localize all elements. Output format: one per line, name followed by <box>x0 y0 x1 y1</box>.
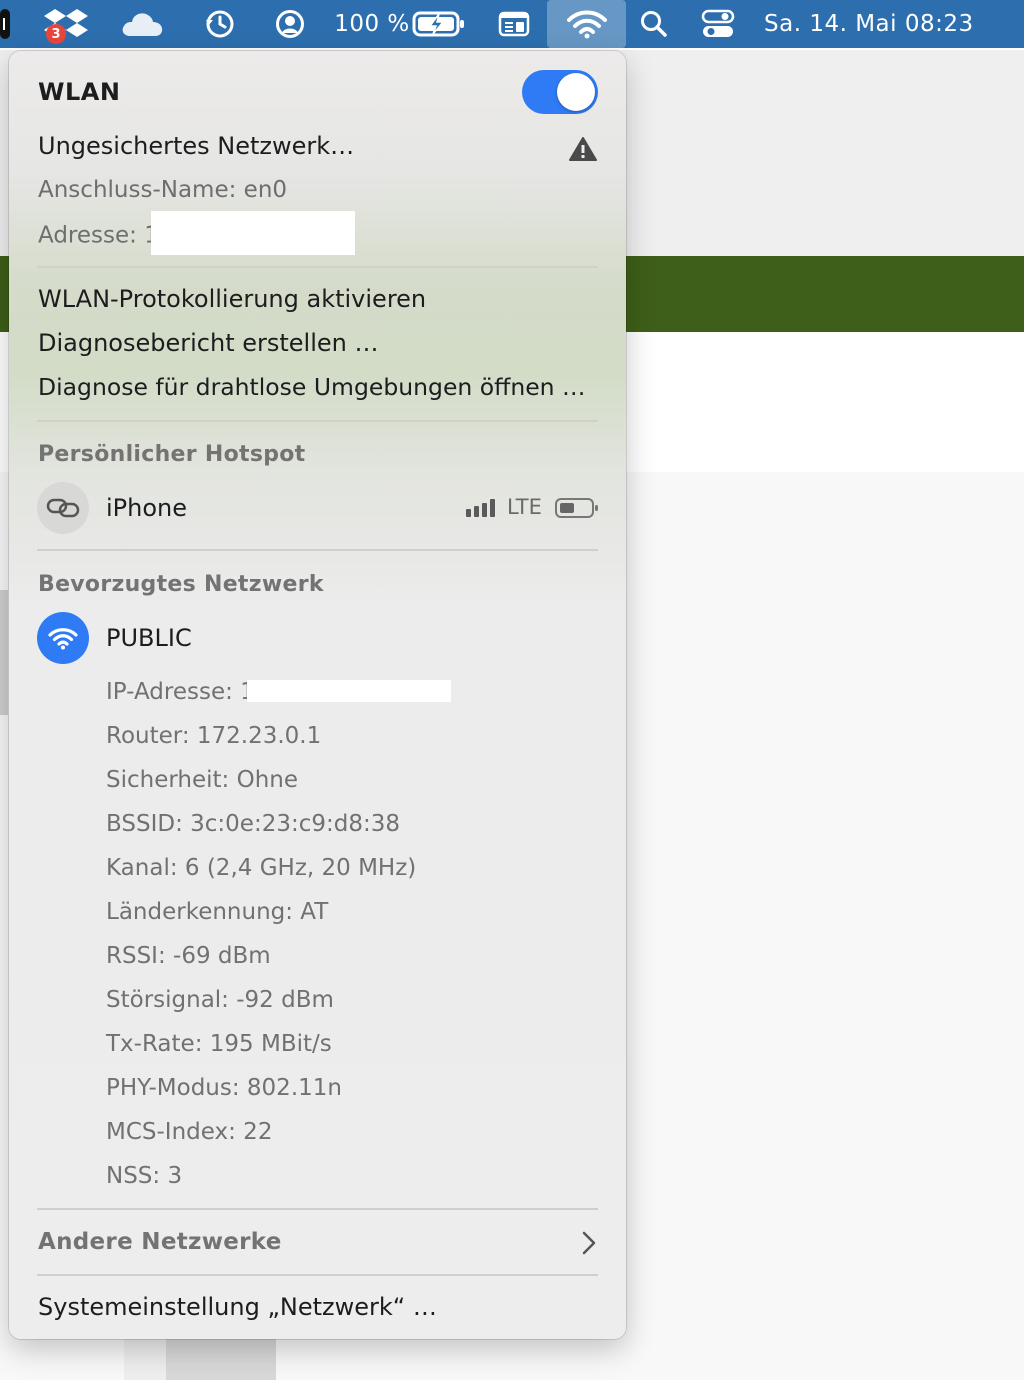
enable-wifi-logging-item[interactable]: WLAN-Protokollierung aktivieren <box>38 285 426 313</box>
user-icon[interactable] <box>268 0 312 48</box>
network-phy-mode: PHY-Modus: 802.11n <box>106 1075 342 1101</box>
separator <box>37 549 598 551</box>
hotspot-link-icon <box>37 482 89 534</box>
cellular-signal-icon <box>465 497 501 523</box>
insecure-network-item[interactable]: Ungesichertes Netzwerk… <box>38 132 354 160</box>
input-menu-icon[interactable] <box>494 0 534 48</box>
wifi-toggle-knob <box>557 73 595 111</box>
background-edge <box>0 590 8 715</box>
background-block <box>124 1338 166 1380</box>
network-settings-item[interactable]: Systemeinstellung „Netzwerk“ … <box>38 1293 437 1321</box>
wifi-toggle[interactable] <box>522 70 598 114</box>
network-country-code: Länderkennung: AT <box>106 899 329 925</box>
create-diagnostics-report-item[interactable]: Diagnosebericht erstellen … <box>38 329 379 357</box>
preferred-network-header: Bevorzugtes Netzwerk <box>38 572 324 597</box>
separator <box>37 266 598 268</box>
wifi-title: WLAN <box>38 78 121 106</box>
hotspot-iphone-name[interactable]: iPhone <box>106 494 187 522</box>
network-tx-rate: Tx-Rate: 195 MBit/s <box>106 1031 332 1057</box>
separator <box>37 1208 598 1210</box>
network-ip-address: IP-Adresse: 1 <box>106 679 451 705</box>
background-block <box>166 1338 276 1380</box>
redacted-ip <box>246 679 451 702</box>
wifi-dropdown-panel: WLAN Ungesichertes Netzwerk… Anschluss-N… <box>9 51 626 1339</box>
menu-bar: 3 100 % Sa. 14. Mai 08:23 <box>0 0 1024 48</box>
chevron-right-icon[interactable] <box>581 1231 597 1259</box>
interface-name: Anschluss-Name: en0 <box>38 177 288 203</box>
network-security: Sicherheit: Ohne <box>106 767 299 793</box>
network-rssi: RSSI: -69 dBm <box>106 943 271 969</box>
network-bssid: BSSID: 3c:0e:23:c9:d8:38 <box>106 811 400 837</box>
dropbox-badge: 3 <box>46 24 66 44</box>
preferred-network-wifi-icon <box>37 612 89 664</box>
network-mcs-index: MCS-Index: 22 <box>106 1119 273 1145</box>
network-channel: Kanal: 6 (2,4 GHz, 20 MHz) <box>106 855 417 881</box>
cloud-icon[interactable] <box>118 0 166 48</box>
hotspot-header: Persönlicher Hotspot <box>38 442 306 467</box>
wifi-menu-icon[interactable] <box>547 0 626 48</box>
network-router: Router: 172.23.0.1 <box>106 723 322 749</box>
hotspot-network-type: LTE <box>507 495 542 519</box>
hotspot-battery-icon <box>555 497 599 523</box>
network-nss: NSS: 3 <box>106 1163 183 1189</box>
preferred-network-name[interactable]: PUBLIC <box>106 624 192 652</box>
battery-charging-icon[interactable] <box>410 0 468 48</box>
address-row: Adresse: 1 <box>38 211 355 255</box>
spotlight-search-icon[interactable] <box>636 0 672 48</box>
warning-icon <box>569 136 597 166</box>
open-wireless-diagnostics-item[interactable]: Diagnose für drahtlose Umgebungen öffnen… <box>38 373 586 401</box>
battery-percent: 100 % <box>334 11 410 37</box>
app-icon[interactable] <box>0 0 14 48</box>
time-machine-icon[interactable] <box>198 0 242 48</box>
clock-datetime[interactable]: Sa. 14. Mai 08:23 <box>764 0 994 48</box>
separator <box>37 1274 598 1276</box>
address-label: Adresse: <box>38 222 137 249</box>
separator <box>37 420 598 422</box>
network-noise: Störsignal: -92 dBm <box>106 987 334 1013</box>
redacted-address <box>150 211 355 255</box>
control-center-icon[interactable] <box>698 0 738 48</box>
other-networks-item[interactable]: Andere Netzwerke <box>38 1229 282 1255</box>
ip-label: IP-Adresse: <box>106 679 233 705</box>
